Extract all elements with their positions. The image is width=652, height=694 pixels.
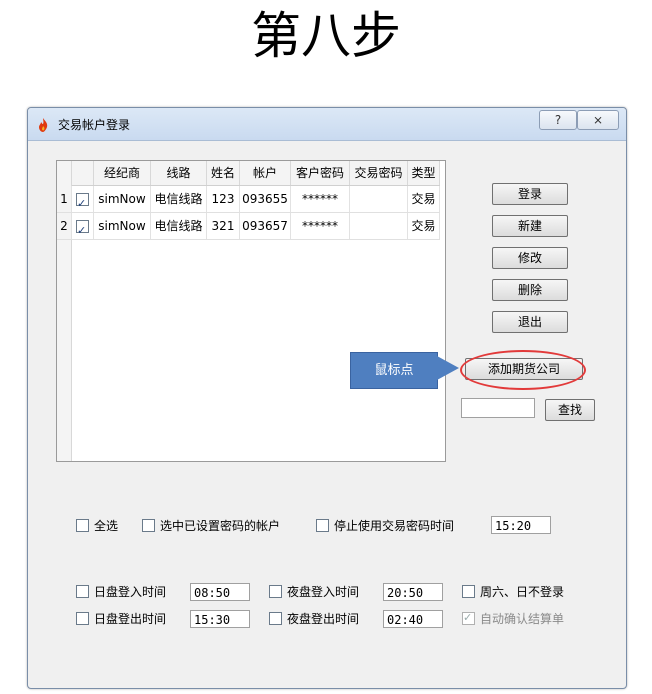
table-row[interactable]: 2 simNow 电信线路 321 093657 ****** 交易: [57, 213, 440, 244]
day-logout-time-input[interactable]: 15:30: [190, 610, 250, 628]
row-checkbox[interactable]: [76, 191, 89, 217]
instruction-callout: 鼠标点: [350, 352, 438, 389]
stop-trade-password-label: 停止使用交易密码时间: [334, 519, 455, 533]
stop-time-input[interactable]: 15:20: [491, 516, 551, 534]
column-header-name[interactable]: 姓名: [207, 161, 240, 185]
callout-arrow: [437, 356, 459, 380]
trade-password-cell: [350, 213, 408, 239]
weekend-no-login-label: 周六、日不登录: [480, 585, 565, 599]
search-input[interactable]: [461, 398, 535, 418]
column-header-account[interactable]: 帐户: [240, 161, 291, 185]
select-all-checkbox[interactable]: [76, 519, 89, 532]
column-header-check: [72, 161, 94, 185]
highlight-oval: [460, 350, 586, 390]
column-header-line[interactable]: 线路: [151, 161, 207, 185]
find-button[interactable]: 查找: [545, 399, 595, 421]
password-cell: ******: [291, 186, 350, 212]
day-logout-option[interactable]: 日盘登出时间: [76, 611, 166, 627]
weekend-no-login-checkbox[interactable]: [462, 585, 475, 598]
account-cell: 093657: [240, 213, 291, 239]
column-header-index: [57, 161, 72, 185]
night-logout-option[interactable]: 夜盘登出时间: [269, 611, 359, 627]
night-login-checkbox[interactable]: [269, 585, 282, 598]
select-with-password-label: 选中已设置密码的帐户: [160, 519, 281, 533]
day-logout-label: 日盘登出时间: [94, 612, 167, 626]
select-with-password-option[interactable]: 选中已设置密码的帐户: [142, 518, 280, 534]
row-check-cell: [72, 213, 94, 244]
column-header-broker[interactable]: 经纪商: [94, 161, 151, 185]
new-button[interactable]: 新建: [492, 215, 568, 237]
delete-button[interactable]: 删除: [492, 279, 568, 301]
row-number: 1: [57, 186, 72, 212]
type-cell: 交易: [408, 186, 440, 212]
night-logout-label: 夜盘登出时间: [287, 612, 360, 626]
stop-trade-password-option[interactable]: 停止使用交易密码时间: [316, 518, 454, 534]
day-login-checkbox[interactable]: [76, 585, 89, 598]
type-cell: 交易: [408, 213, 440, 239]
page-heading: 第八步: [251, 7, 401, 65]
window-title: 交易帐户登录: [58, 118, 131, 132]
row-checkbox[interactable]: [76, 218, 89, 244]
day-logout-checkbox[interactable]: [76, 612, 89, 625]
line-cell: 电信线路: [151, 213, 207, 239]
row-number: 2: [57, 213, 72, 239]
table-row[interactable]: 1 simNow 电信线路 123 093655 ****** 交易: [57, 186, 440, 217]
login-button[interactable]: 登录: [492, 183, 568, 205]
night-login-option[interactable]: 夜盘登入时间: [269, 584, 359, 600]
trade-password-cell: [350, 186, 408, 212]
day-login-time-input[interactable]: 08:50: [190, 583, 250, 601]
night-login-label: 夜盘登入时间: [287, 585, 360, 599]
select-all-label: 全选: [94, 519, 119, 533]
name-cell: 123: [207, 186, 240, 212]
edit-button[interactable]: 修改: [492, 247, 568, 269]
night-logout-time-input[interactable]: 02:40: [383, 610, 443, 628]
broker-cell: simNow: [94, 213, 151, 239]
day-login-option[interactable]: 日盘登入时间: [76, 584, 166, 600]
auto-confirm-label: 自动确认结算单: [480, 612, 565, 626]
name-cell: 321: [207, 213, 240, 239]
line-cell: 电信线路: [151, 186, 207, 212]
title-bar: 交易帐户登录 ? ⨯: [28, 108, 626, 141]
account-cell: 093655: [240, 186, 291, 212]
row-check-cell: [72, 186, 94, 217]
column-header-trade-password[interactable]: 交易密码: [350, 161, 408, 185]
flame-icon: [39, 118, 48, 132]
broker-cell: simNow: [94, 186, 151, 212]
table-header: 经纪商 线路 姓名 帐户 客户密码 交易密码 类型: [57, 161, 440, 186]
night-logout-checkbox[interactable]: [269, 612, 282, 625]
auto-confirm-checkbox: [462, 610, 475, 626]
account-table: 经纪商 线路 姓名 帐户 客户密码 交易密码 类型 1 simNow 电信线路 …: [56, 160, 446, 462]
stop-trade-password-checkbox[interactable]: [316, 519, 329, 532]
select-with-password-checkbox[interactable]: [142, 519, 155, 532]
auto-confirm-option: 自动确认结算单: [462, 610, 565, 627]
column-header-password[interactable]: 客户密码: [291, 161, 350, 185]
weekend-no-login-option[interactable]: 周六、日不登录: [462, 584, 564, 600]
password-cell: ******: [291, 213, 350, 239]
close-button[interactable]: ⨯: [577, 110, 619, 130]
select-all-option[interactable]: 全选: [76, 518, 118, 534]
help-button[interactable]: ?: [539, 110, 577, 130]
column-header-type[interactable]: 类型: [408, 161, 440, 185]
night-login-time-input[interactable]: 20:50: [383, 583, 443, 601]
day-login-label: 日盘登入时间: [94, 585, 167, 599]
login-dialog: 交易帐户登录 ? ⨯ 经纪商 线路 姓名 帐户 客户密码 交易密码 类型 1 s…: [27, 107, 627, 689]
exit-button[interactable]: 退出: [492, 311, 568, 333]
